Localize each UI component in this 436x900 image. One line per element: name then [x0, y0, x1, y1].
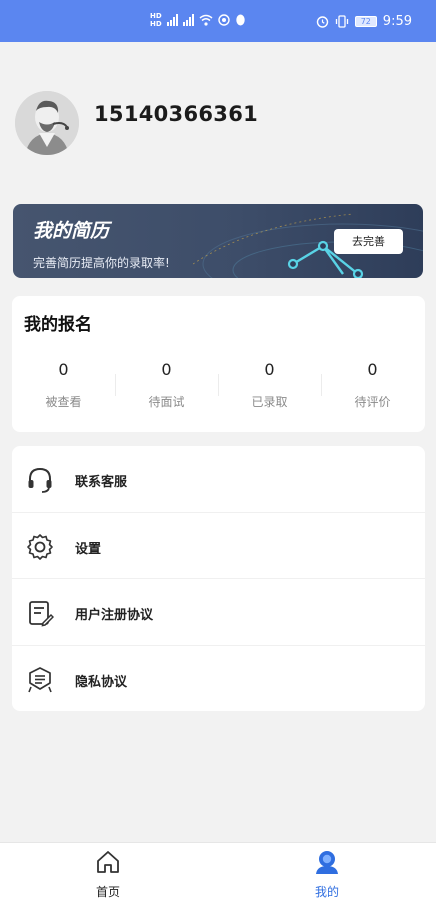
document-icon [29, 601, 54, 627]
menu-item-customer-service[interactable]: 联系客服 [12, 446, 425, 512]
stat-label: 待评价 [354, 395, 391, 409]
stat-viewed[interactable]: 0 被查看 [12, 360, 115, 410]
signal-icon [166, 14, 178, 26]
hd-top-label: HD [150, 12, 162, 20]
status-right: 72 9:59 [316, 14, 412, 29]
user-phone: 15140366361 [94, 102, 259, 126]
menu-item-label: 用户注册协议 [75, 608, 154, 623]
privacy-icon [28, 667, 52, 693]
location-icon [217, 14, 230, 26]
tab-label: 首页 [95, 885, 120, 899]
complete-resume-button[interactable]: 去完善 [334, 229, 403, 254]
avatar-image [15, 91, 79, 155]
resume-title: 我的简历 [33, 220, 110, 242]
status-left: HD HD [150, 12, 246, 28]
tab-home[interactable]: 首页 [78, 849, 138, 900]
alarm-icon [316, 16, 328, 28]
stat-value: 0 [161, 360, 172, 379]
hd-indicator: HD HD [150, 12, 162, 28]
menu-card: 联系客服 设置 用户注册协议 隐私协议 [12, 446, 425, 711]
stat-label: 待面试 [148, 395, 185, 409]
menu-item-user-agreement[interactable]: 用户注册协议 [12, 579, 425, 645]
stat-value: 0 [58, 360, 69, 379]
battery-icon: 72 [354, 16, 377, 27]
status-bar: HD HD 72 9:59 [0, 0, 436, 42]
signal-icon-2 [182, 14, 194, 26]
menu-item-privacy[interactable]: 隐私协议 [12, 646, 425, 712]
stat-value: 0 [264, 360, 275, 379]
status-time: 9:59 [382, 14, 412, 29]
stat-hired[interactable]: 0 已录取 [218, 360, 321, 410]
qq-icon [235, 14, 245, 25]
applications-card: 我的报名 0 被查看 0 待面试 0 已录取 0 待评价 [12, 296, 425, 432]
home-icon [97, 851, 119, 873]
headset-icon [28, 467, 52, 493]
menu-item-settings[interactable]: 设置 [12, 513, 425, 579]
stat-value: 0 [367, 360, 378, 379]
menu-item-label: 联系客服 [75, 475, 128, 490]
avatar[interactable] [15, 91, 79, 155]
tab-label: 我的 [314, 885, 339, 899]
vibrate-icon [335, 15, 348, 28]
user-icon [316, 851, 338, 874]
resume-subtitle: 完善简历提高你的录取率! [33, 256, 170, 270]
resume-card[interactable]: 我的简历 完善简历提高你的录取率! 去完善 [13, 204, 423, 278]
wifi-icon [199, 14, 213, 26]
stat-label: 被查看 [45, 395, 82, 409]
stat-pending-interview[interactable]: 0 待面试 [115, 360, 218, 410]
gear-icon [27, 534, 53, 560]
applications-title: 我的报名 [24, 315, 92, 335]
menu-item-label: 隐私协议 [75, 675, 128, 690]
stat-pending-review[interactable]: 0 待评价 [321, 360, 424, 410]
menu-item-label: 设置 [75, 542, 102, 557]
bottom-tab-bar: 首页 我的 [0, 842, 436, 900]
tab-mine[interactable]: 我的 [297, 849, 357, 900]
hd-bottom-label: HD [150, 20, 162, 28]
stat-label: 已录取 [251, 395, 288, 409]
profile-header[interactable]: 15140366361 [15, 91, 421, 157]
